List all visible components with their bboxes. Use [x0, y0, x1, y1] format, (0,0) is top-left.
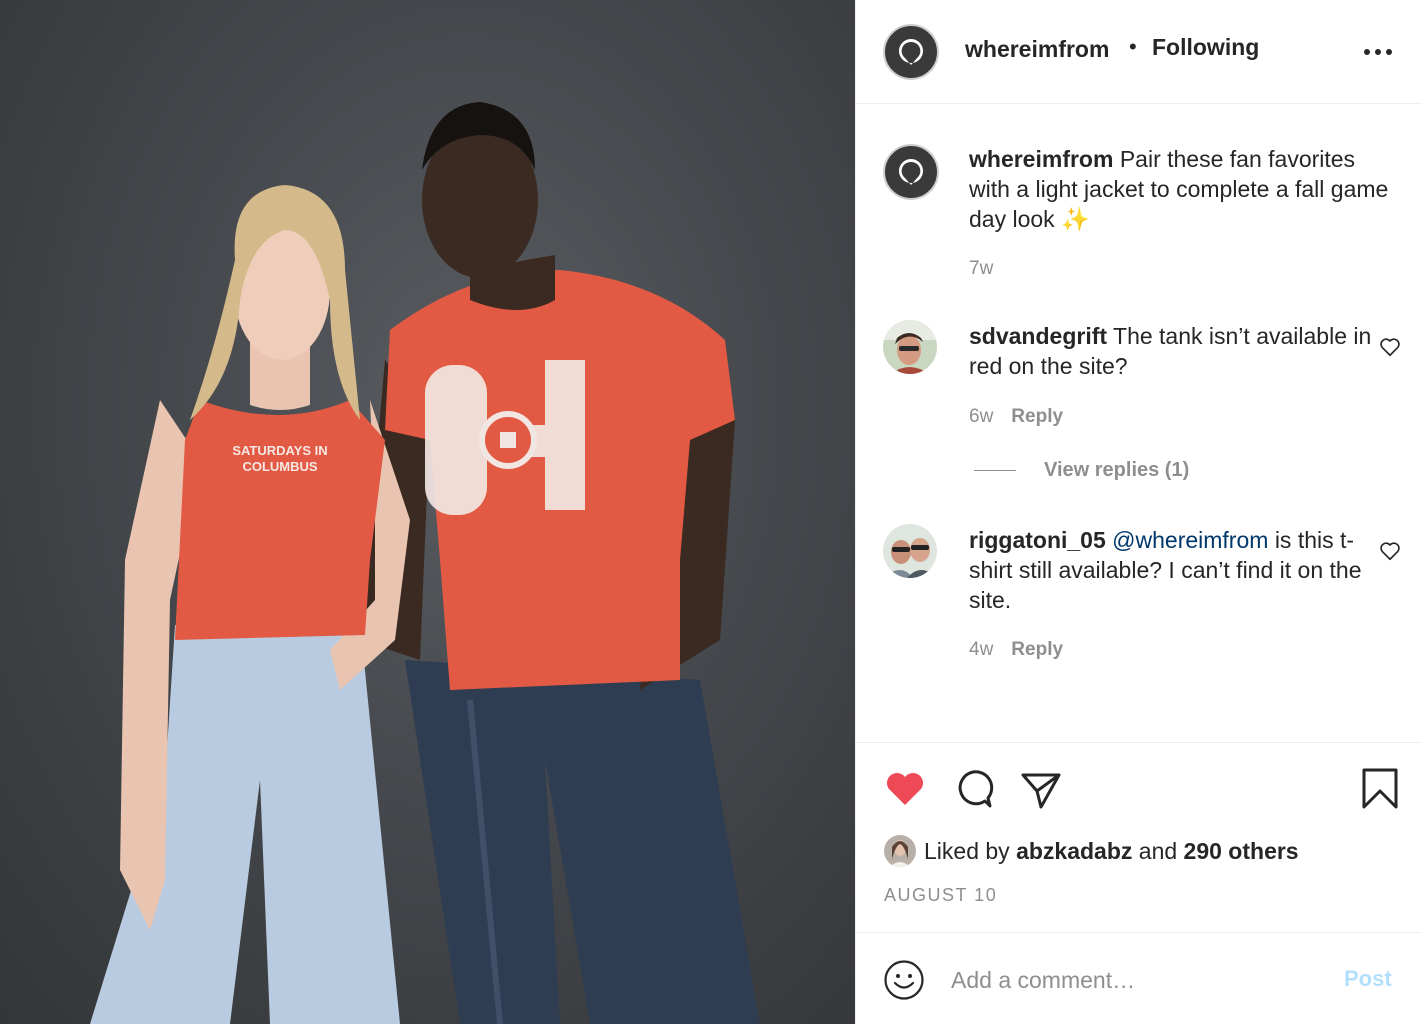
post-details-panel: whereimfrom • Following whereimfrom Pair… [855, 0, 1422, 1024]
add-comment-bar: Post [856, 932, 1422, 1024]
heart-filled-icon[interactable] [883, 767, 927, 811]
profile-avatar[interactable] [883, 24, 939, 80]
following-button[interactable]: Following [1152, 34, 1259, 61]
view-replies-button[interactable]: View replies (1) [974, 459, 1189, 482]
reply-button[interactable]: Reply [1011, 639, 1063, 660]
heart-outline-icon[interactable] [1379, 336, 1401, 358]
likes-and: and [1138, 837, 1178, 864]
comment-username[interactable]: sdvandegrift [969, 323, 1107, 349]
caption-avatar[interactable] [883, 144, 939, 200]
divider-line [974, 470, 1016, 471]
logo-icon [898, 39, 923, 65]
smile-icon[interactable] [883, 959, 925, 1001]
logo-icon [898, 159, 923, 185]
liker-username[interactable]: abzkadabz [1016, 838, 1132, 865]
caption-age[interactable]: 7w [969, 258, 993, 279]
heart-outline-icon[interactable] [1379, 540, 1401, 562]
commenter-avatar[interactable] [883, 320, 937, 374]
comment-input[interactable] [951, 959, 1321, 1001]
bookmark-icon[interactable] [1358, 767, 1402, 811]
sparkles-emoji: ✨ [1061, 206, 1090, 232]
others-count[interactable]: 290 others [1184, 838, 1299, 865]
action-bar: Liked by abzkadabz and 290 others AUGUST… [856, 742, 1422, 932]
share-icon[interactable] [1019, 767, 1063, 811]
header-separator: • [1129, 34, 1137, 59]
header-username[interactable]: whereimfrom [965, 36, 1109, 63]
caption: whereimfrom Pair these fan favorites wit… [969, 144, 1389, 234]
post-date[interactable]: AUGUST 10 [884, 885, 997, 906]
comment-2-meta: 4w Reply [969, 639, 1063, 661]
comment-age[interactable]: 6w [969, 406, 993, 427]
photo-illustration: SATURDAYS IN COLUMBUS [90, 102, 760, 1024]
post-header: whereimfrom • Following [856, 0, 1422, 104]
comment-1: sdvandegrift The tank isn’t available in… [969, 321, 1389, 381]
liker-avatar[interactable] [884, 835, 916, 867]
commenter-avatar[interactable] [883, 524, 937, 578]
view-replies-label: View replies (1) [1044, 459, 1190, 481]
more-options-icon[interactable] [1364, 44, 1392, 60]
svg-text:COLUMBUS: COLUMBUS [242, 459, 317, 474]
caption-username[interactable]: whereimfrom [969, 146, 1113, 172]
comment-2: riggatoni_05 @whereimfrom is this t-shir… [969, 525, 1389, 615]
comment-1-meta: 6w Reply [969, 406, 1063, 428]
mention-link[interactable]: @whereimfrom [1112, 527, 1268, 553]
svg-text:SATURDAYS IN: SATURDAYS IN [232, 443, 327, 458]
comment-age[interactable]: 4w [969, 639, 993, 660]
caption-meta: 7w [969, 258, 993, 280]
liked-by-prefix: Liked by [924, 837, 1010, 864]
likes-summary: Liked by abzkadabz and 290 others [884, 835, 1299, 867]
reply-button[interactable]: Reply [1011, 406, 1063, 427]
post-button[interactable]: Post [1344, 966, 1392, 992]
comment-username[interactable]: riggatoni_05 [969, 527, 1106, 553]
comments-section: whereimfrom Pair these fan favorites wit… [856, 104, 1422, 742]
comment-icon[interactable] [951, 767, 995, 811]
post-photo: SATURDAYS IN COLUMBUS [0, 0, 855, 1024]
